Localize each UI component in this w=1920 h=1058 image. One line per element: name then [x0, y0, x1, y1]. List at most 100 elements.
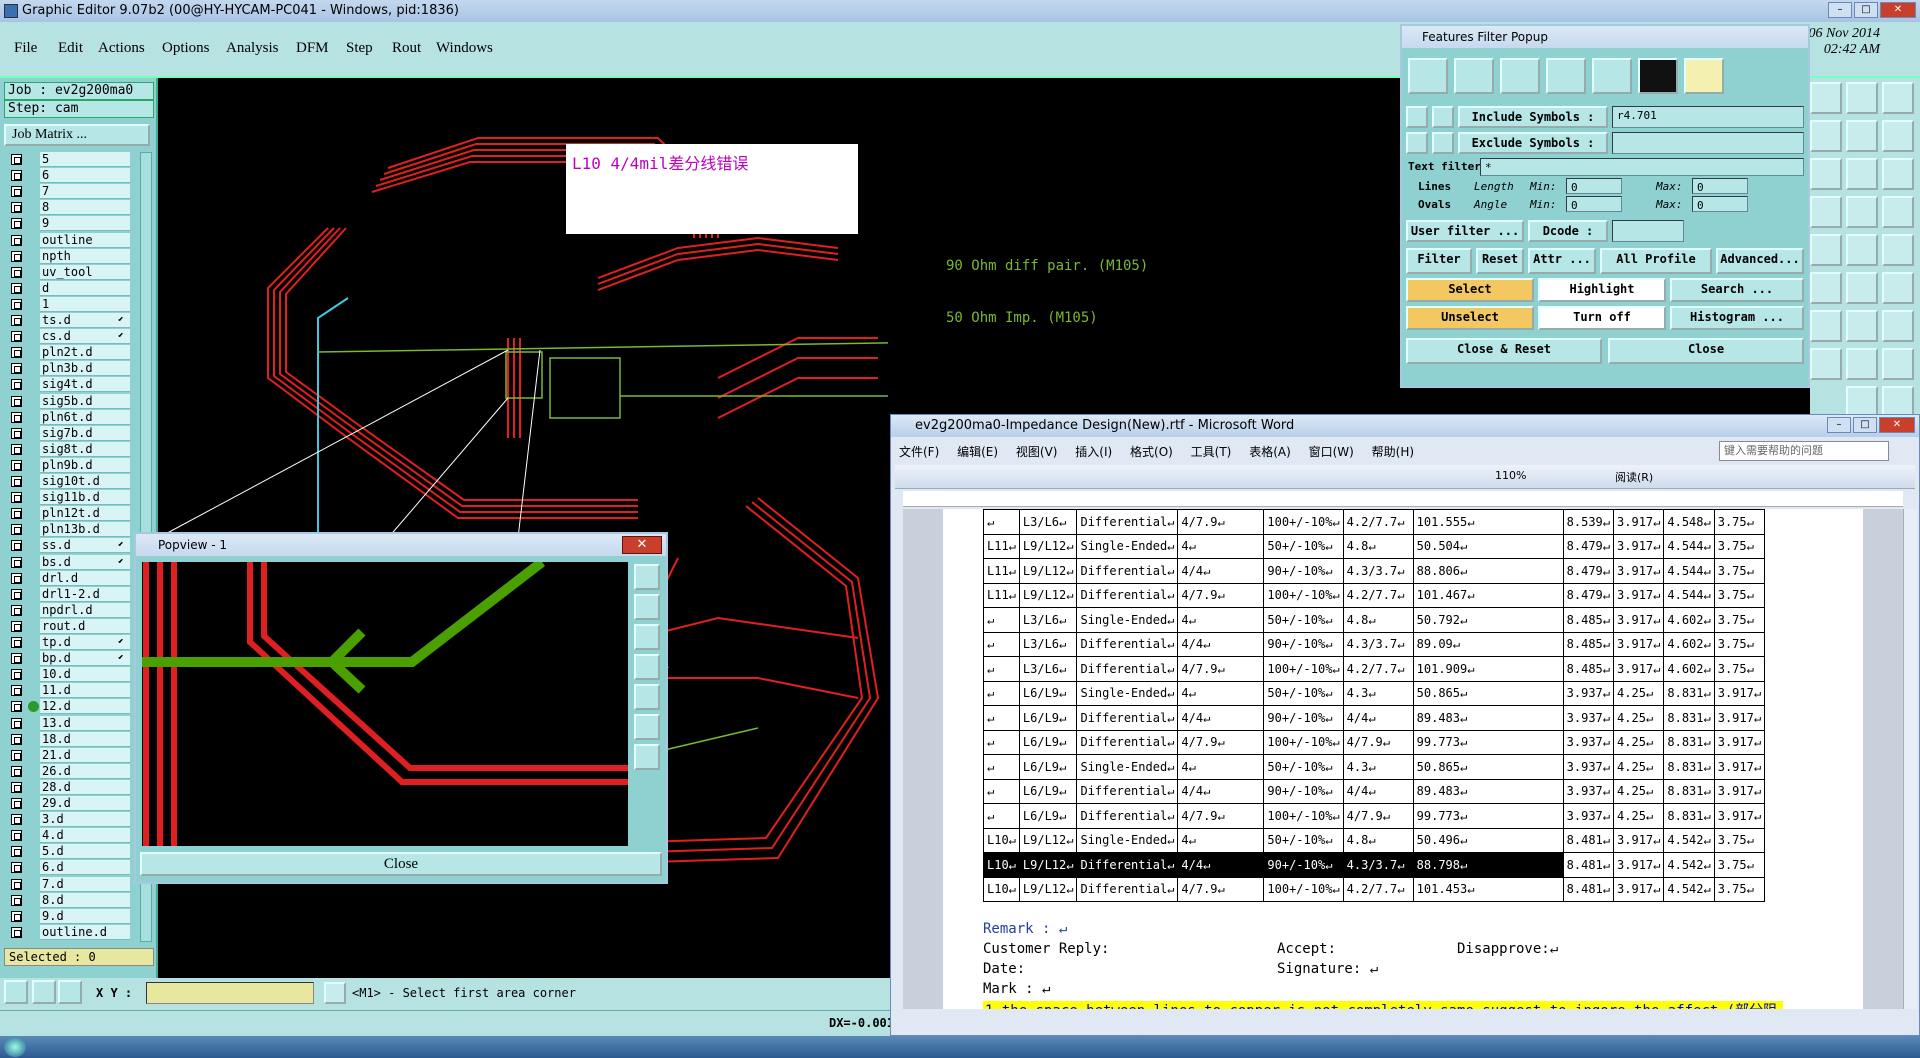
- layer-checkbox[interactable]: [11, 830, 22, 842]
- job-matrix-button[interactable]: Job Matrix ...: [4, 124, 150, 146]
- layer-checkbox[interactable]: [11, 347, 22, 359]
- layer-checkbox[interactable]: [11, 701, 22, 713]
- layer-name[interactable]: ss.d: [40, 538, 130, 554]
- layer-name[interactable]: drl1-2.d: [40, 586, 130, 602]
- layer-row[interactable]: npth: [8, 248, 136, 264]
- layer-name[interactable]: 9.d: [40, 908, 130, 924]
- exclude-pick2-icon[interactable]: [1432, 132, 1454, 154]
- layer-row[interactable]: 1: [8, 296, 136, 312]
- layer-checkbox[interactable]: [11, 492, 22, 504]
- histogram-button[interactable]: Histogram ...: [1670, 306, 1804, 330]
- layer-row[interactable]: bs.d ⬋: [8, 554, 136, 570]
- negative-polarity-icon[interactable]: [1684, 58, 1724, 94]
- tool-icon-18[interactable]: [1882, 272, 1914, 304]
- layer-row[interactable]: tp.d ⬋: [8, 635, 136, 650]
- layer-checkbox[interactable]: [11, 411, 22, 423]
- layer-row[interactable]: 8: [8, 200, 136, 216]
- layer-checkbox[interactable]: [11, 266, 22, 278]
- tool-icon-1[interactable]: [1810, 82, 1842, 114]
- layer-row[interactable]: 7.d: [8, 876, 136, 892]
- tool-icon-21[interactable]: [1882, 310, 1914, 342]
- layer-name[interactable]: 11.d: [40, 683, 130, 699]
- length-max-input[interactable]: 0: [1692, 178, 1748, 194]
- layer-checkbox[interactable]: [11, 572, 22, 584]
- layer-row[interactable]: uv_tool: [8, 264, 136, 280]
- layer-row[interactable]: pln12t.d: [8, 506, 136, 522]
- select-tool-icon[interactable]: [4, 980, 28, 1004]
- layer-checkbox[interactable]: [11, 685, 22, 697]
- layer-checkbox[interactable]: [11, 331, 22, 343]
- layer-checkbox[interactable]: [11, 846, 22, 858]
- layer-name[interactable]: 5.d: [40, 844, 130, 860]
- select-button[interactable]: Select: [1406, 278, 1534, 302]
- dcode-input[interactable]: [1612, 220, 1684, 242]
- layer-name[interactable]: drl.d: [40, 570, 130, 586]
- grid-tool-icon[interactable]: [58, 980, 82, 1004]
- word-minimize-button[interactable]: –: [1827, 417, 1851, 433]
- layer-name[interactable]: 9: [40, 216, 130, 232]
- menu-rout[interactable]: Rout: [392, 40, 421, 57]
- user-filter-button[interactable]: User filter ...: [1406, 220, 1524, 242]
- layer-name[interactable]: pln6t.d: [40, 409, 130, 425]
- popview-canvas[interactable]: [142, 562, 628, 846]
- layer-row[interactable]: cs.d ⬋: [8, 329, 136, 345]
- word-menu-edit[interactable]: 编辑(E): [957, 445, 998, 459]
- layer-checkbox[interactable]: [11, 170, 22, 182]
- word-menu-format[interactable]: 格式(O): [1130, 445, 1173, 459]
- layer-name[interactable]: bp.d: [40, 651, 130, 667]
- layer-row[interactable]: 10.d: [8, 667, 136, 683]
- layer-name[interactable]: rout.d: [40, 618, 130, 634]
- layer-name[interactable]: 13.d: [40, 715, 130, 731]
- layer-row[interactable]: outline.d: [8, 924, 136, 940]
- rotate-icon[interactable]: [1846, 310, 1878, 342]
- layer-name[interactable]: uv_tool: [40, 264, 130, 280]
- filter-toggle[interactable]: Filter: [1406, 248, 1472, 274]
- layer-checkbox[interactable]: [11, 798, 22, 809]
- layer-row[interactable]: sig7b.d: [8, 425, 136, 441]
- word-menu-file[interactable]: 文件(F): [899, 445, 939, 459]
- layer-name[interactable]: 29.d: [40, 796, 130, 811]
- layer-name[interactable]: 4.d: [40, 828, 130, 844]
- advanced-button[interactable]: Advanced...: [1716, 248, 1804, 274]
- layer-checkbox[interactable]: [11, 363, 22, 375]
- layer-row[interactable]: 7: [8, 184, 136, 200]
- layer-checkbox[interactable]: [11, 894, 22, 906]
- tool-icon-6[interactable]: [1882, 120, 1914, 152]
- positive-polarity-icon[interactable]: [1638, 58, 1678, 94]
- reading-button[interactable]: 阅读(R): [1615, 469, 1653, 485]
- tool-icon-12[interactable]: [1882, 196, 1914, 228]
- tool-icon-11[interactable]: [1846, 196, 1878, 228]
- text-symbol-icon[interactable]: [1592, 58, 1632, 94]
- xy-input[interactable]: [146, 982, 314, 1004]
- exclude-symbols-input[interactable]: [1612, 132, 1804, 154]
- half-icon[interactable]: [1846, 158, 1878, 190]
- maximize-button[interactable]: □: [1854, 2, 1878, 18]
- layer-checkbox[interactable]: [11, 814, 22, 826]
- layer-row[interactable]: 8.d: [8, 892, 136, 908]
- prompt-icon[interactable]: [324, 982, 346, 1004]
- tool-icon-24[interactable]: [1882, 348, 1914, 380]
- close-button[interactable]: ✕: [1880, 2, 1916, 18]
- layer-name[interactable]: pln9b.d: [40, 457, 130, 473]
- tool-icon-23[interactable]: [1846, 348, 1878, 380]
- text-filter-input[interactable]: *: [1480, 158, 1804, 176]
- layer-name[interactable]: 8: [40, 200, 130, 216]
- word-menu-help[interactable]: 帮助(H): [1372, 445, 1414, 459]
- layer-row[interactable]: 26.d: [8, 763, 136, 779]
- layer-row[interactable]: pln2t.d: [8, 345, 136, 361]
- layer-checkbox[interactable]: [11, 653, 22, 665]
- layer-name[interactable]: 3.d: [40, 812, 130, 828]
- layer-name[interactable]: 21.d: [40, 747, 130, 763]
- layer-checkbox[interactable]: [11, 298, 22, 310]
- layer-row[interactable]: sig4t.d: [8, 377, 136, 393]
- word-close-button[interactable]: ✕: [1879, 417, 1915, 433]
- layer-name[interactable]: pln13b.d: [40, 522, 130, 538]
- layer-name[interactable]: outline.d: [40, 924, 130, 940]
- word-menu-view[interactable]: 视图(V): [1016, 445, 1058, 459]
- word-menu-insert[interactable]: 插入(I): [1075, 445, 1112, 459]
- angle-min-input[interactable]: 0: [1566, 196, 1622, 212]
- zoom-select[interactable]: 110%: [1495, 469, 1526, 482]
- surface-symbol-icon[interactable]: [1500, 58, 1540, 94]
- layer-name[interactable]: 1: [40, 296, 130, 312]
- tool-icon-17[interactable]: [1846, 272, 1878, 304]
